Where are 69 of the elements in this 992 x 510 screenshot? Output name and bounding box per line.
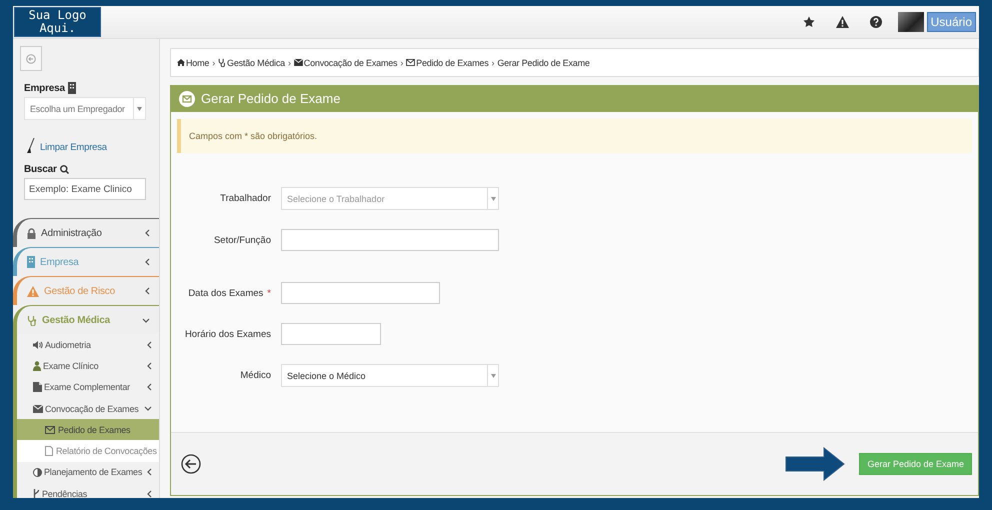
field-label: Médico xyxy=(240,370,271,381)
chevron-left-icon xyxy=(147,340,152,349)
alert-message: Campos com * são obrigatórios. xyxy=(177,119,972,153)
stethoscope-icon xyxy=(218,58,226,67)
document-icon xyxy=(45,446,53,456)
breadcrumb-link[interactable]: Home xyxy=(186,58,210,68)
breadcrumb-link[interactable]: Pedido de Exames xyxy=(416,58,489,68)
field-label: Horário dos Exames xyxy=(184,328,271,340)
clear-company-link[interactable]: Limpar Empresa xyxy=(40,142,107,153)
submenu-item[interactable]: Pedido de Exames xyxy=(17,419,159,440)
search-label: Buscar xyxy=(24,164,57,175)
stethoscope-icon xyxy=(27,314,37,326)
chevron-left-icon xyxy=(147,383,152,392)
person-icon xyxy=(33,360,41,371)
menu-item[interactable]: Administração xyxy=(13,218,159,247)
breadcrumb-link[interactable]: Convocação de Exames xyxy=(304,58,398,68)
speaker-icon xyxy=(33,340,43,349)
field-label: Data dos Exames xyxy=(188,288,264,298)
half-circle-icon xyxy=(33,468,42,477)
caret-icon xyxy=(490,374,496,378)
warning-icon[interactable] xyxy=(836,16,849,28)
caret-icon xyxy=(137,106,142,110)
envelope-icon xyxy=(33,404,43,413)
chevron-left-icon xyxy=(145,258,150,266)
select-field[interactable]: Selecione o Médico xyxy=(281,364,499,387)
back-arrow-icon xyxy=(26,54,36,64)
caret-icon xyxy=(490,196,496,200)
branch-icon xyxy=(33,488,40,498)
broom-icon xyxy=(27,138,35,153)
home-icon xyxy=(177,59,185,66)
company-select[interactable]: Escolha um Empregador xyxy=(24,97,146,120)
logo[interactable]: Sua Logo Aqui. xyxy=(14,7,101,37)
time-field[interactable] xyxy=(281,323,381,345)
search-field[interactable]: Exemplo: Exame Clinico xyxy=(24,178,146,200)
chevron-left-icon xyxy=(147,490,152,498)
chevron-left-icon xyxy=(145,229,150,237)
envelope-icon xyxy=(179,90,195,106)
panel-title: Gerar Pedido de Exame xyxy=(201,91,340,106)
building-icon xyxy=(27,256,35,268)
text-field[interactable] xyxy=(281,229,499,251)
help-icon[interactable] xyxy=(870,16,882,28)
breadcrumb-separator: › xyxy=(492,58,494,68)
envelope-icon xyxy=(45,426,55,434)
chevron-down-icon xyxy=(144,406,152,412)
chevron-down-icon xyxy=(142,318,150,322)
document-icon xyxy=(33,382,42,392)
envelope-icon xyxy=(406,59,416,66)
building-icon xyxy=(68,82,76,94)
chevron-left-icon xyxy=(145,287,150,295)
field-label: Trabalhador xyxy=(220,193,271,204)
breadcrumb-separator: › xyxy=(212,58,216,68)
required-mark: * xyxy=(267,288,271,298)
chevron-left-icon xyxy=(147,362,152,370)
breadcrumb-link[interactable]: Gestão Médica xyxy=(227,58,285,68)
company-label: Empresa xyxy=(24,82,65,94)
star-icon[interactable] xyxy=(802,16,815,28)
envelope-icon xyxy=(294,59,303,66)
arrow-right-icon xyxy=(785,447,846,481)
field-label: Setor/Função xyxy=(214,234,271,246)
search-icon xyxy=(60,165,69,174)
breadcrumb-current: Gerar Pedido de Exame xyxy=(497,58,590,68)
breadcrumb-separator: › xyxy=(400,58,404,68)
submenu-item[interactable]: Relatório de Convocações xyxy=(17,440,159,462)
warning-icon xyxy=(27,286,39,296)
lock-icon xyxy=(27,228,36,238)
breadcrumb-separator: › xyxy=(288,58,291,68)
photo-placeholder[interactable] xyxy=(898,12,924,32)
chevron-left-icon xyxy=(147,468,152,476)
date-field[interactable] xyxy=(281,282,440,304)
